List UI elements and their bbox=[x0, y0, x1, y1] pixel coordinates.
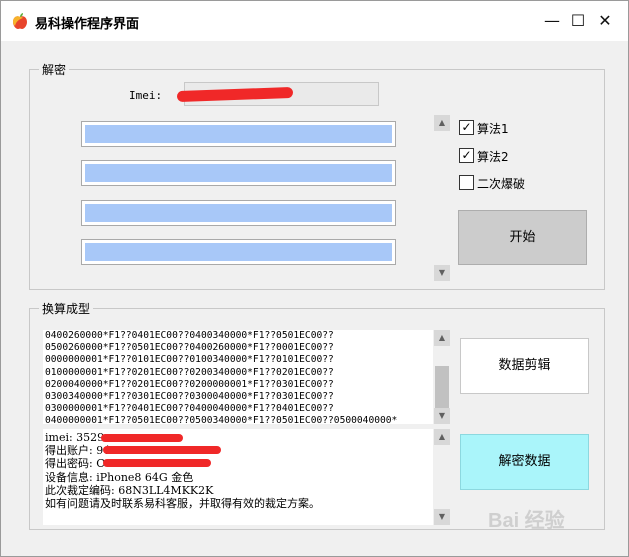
result-contact-note: 如有问题请及时联系易科客服，并取得有效的裁定方案。 bbox=[45, 497, 320, 511]
code-input-2[interactable] bbox=[81, 160, 396, 186]
code-line: 0500260000*F1??0501EC00??0400260000*F1??… bbox=[45, 342, 334, 354]
apple-icon bbox=[13, 13, 27, 29]
password-redaction bbox=[103, 459, 211, 467]
empty-checkbox-icon bbox=[459, 175, 474, 190]
code-input-1[interactable] bbox=[81, 121, 396, 147]
minimize-button[interactable]: — bbox=[538, 7, 566, 35]
code-input-4[interactable] bbox=[81, 239, 396, 265]
result-info-scrollbar[interactable]: ▲ ▼ bbox=[434, 429, 450, 525]
code-line: 0200040000*F1??0201EC00??0200000001*F1??… bbox=[45, 378, 334, 390]
start-button[interactable]: 开始 bbox=[458, 210, 587, 265]
imei-result-redaction bbox=[101, 434, 183, 442]
code-line: 0300000001*F1??0401EC00??0400040000*F1??… bbox=[45, 403, 334, 415]
maximize-button[interactable]: ☐ bbox=[564, 7, 592, 35]
result-device-info: 设备信息: iPhone8 64G 金色 bbox=[45, 470, 194, 484]
algorithm2-label: 算法2 bbox=[477, 150, 509, 164]
checkmark-icon: ✓ bbox=[459, 120, 474, 135]
account-redaction bbox=[103, 446, 221, 454]
code-line: 0400000001*F1??0501EC00??0500340000*F1??… bbox=[45, 415, 398, 424]
window-title: 易科操作程序界面 bbox=[35, 17, 140, 32]
decrypt-scrollbar[interactable]: ▲ ▼ bbox=[434, 115, 450, 281]
code-line: 0000000001*F1??0101EC00??0100340000*F1??… bbox=[45, 354, 334, 366]
main-window: 易科操作程序界面 — ☐ ✕ 解密 Imei: ▲ ▼ ✓ 算法1 ✓ 算法2 … bbox=[0, 0, 629, 557]
data-edit-button[interactable]: 数据剪辑 bbox=[460, 338, 589, 394]
result-info-textarea[interactable]: imei: 3529 得出账户: 94 得出密码: C 设备信息: iPhone… bbox=[43, 429, 433, 525]
convert-group-title: 换算成型 bbox=[39, 300, 94, 317]
code-line: 0400260000*F1??0401EC00??0400340000*F1??… bbox=[45, 330, 334, 341]
scroll-down-icon[interactable]: ▼ bbox=[434, 265, 450, 281]
code-output-textarea[interactable]: 0400260000*F1??0401EC00??0400340000*F1??… bbox=[43, 330, 433, 424]
scroll-down-icon[interactable]: ▼ bbox=[434, 408, 450, 424]
decrypt-data-button[interactable]: 解密数据 bbox=[460, 434, 589, 490]
scroll-up-icon[interactable]: ▲ bbox=[434, 429, 450, 445]
code-line: 0300340000*F1??0301EC00??0300040000*F1??… bbox=[45, 391, 334, 403]
algorithm1-label: 算法1 bbox=[477, 122, 509, 136]
imei-label: Imei: bbox=[129, 89, 163, 102]
title-bar: 易科操作程序界面 — ☐ ✕ bbox=[1, 1, 628, 41]
decrypt-group-title: 解密 bbox=[39, 61, 70, 78]
code-output-scrollbar[interactable]: ▲ ▼ bbox=[434, 330, 450, 424]
checkmark-icon: ✓ bbox=[459, 148, 474, 163]
result-ruling-code: 此次裁定编码: 68N3LL4MKK2K bbox=[45, 483, 214, 497]
second-brute-force-label: 二次爆破 bbox=[477, 177, 526, 191]
code-line: 0100000001*F1??0201EC00??0200340000*F1??… bbox=[45, 366, 334, 378]
code-input-3[interactable] bbox=[81, 200, 396, 226]
scroll-up-icon[interactable]: ▲ bbox=[434, 115, 450, 131]
scroll-thumb[interactable] bbox=[435, 366, 449, 410]
scroll-up-icon[interactable]: ▲ bbox=[434, 330, 450, 346]
close-button[interactable]: ✕ bbox=[591, 7, 619, 35]
scroll-down-icon[interactable]: ▼ bbox=[434, 509, 450, 525]
watermark-logo: Bai 经验 bbox=[488, 510, 565, 532]
